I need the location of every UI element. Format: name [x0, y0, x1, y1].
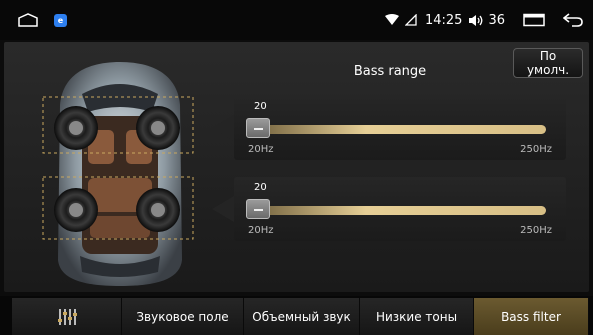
wifi-icon: [384, 14, 399, 25]
slider-value: 20: [254, 182, 267, 193]
speaker-rear-right[interactable]: [136, 188, 180, 232]
clock: 14:25: [424, 12, 463, 28]
volume-level: 36: [488, 12, 505, 28]
slider-thumb[interactable]: [246, 199, 270, 219]
speaker-rear-left[interactable]: [54, 188, 98, 232]
slider-track[interactable]: [246, 125, 546, 134]
back-icon[interactable]: [563, 13, 583, 27]
slider-thumb[interactable]: [246, 118, 270, 138]
slider-min-label: 20Hz: [248, 225, 274, 236]
page-title: Bass range: [353, 64, 427, 79]
volume-icon: [469, 14, 483, 26]
slider-min-label: 20Hz: [248, 144, 274, 155]
home-icon[interactable]: [18, 13, 38, 27]
pointer-arrow: [212, 196, 234, 222]
car-speaker-diagram: [40, 60, 200, 288]
slider-track[interactable]: [246, 206, 546, 215]
speaker-front-left[interactable]: [54, 106, 98, 150]
tab-sound-field[interactable]: Звуковое поле: [122, 298, 244, 335]
bottom-tab-bar: Звуковое поле Объемный звук Низкие тоны …: [0, 296, 593, 335]
signal-icon: [404, 14, 417, 26]
app-icon[interactable]: e: [54, 14, 67, 27]
equalizer-icon: [57, 308, 77, 325]
slider-max-label: 250Hz: [520, 225, 552, 236]
slider-card-front: 20 20Hz 250Hz: [234, 96, 566, 160]
slider-card-rear: 20 20Hz 250Hz: [234, 177, 566, 241]
default-button[interactable]: По умолч.: [513, 48, 583, 78]
window-icon[interactable]: [523, 13, 545, 27]
tab-bass[interactable]: Низкие тоны: [360, 298, 474, 335]
slider-value: 20: [254, 101, 267, 112]
tab-surround-sound[interactable]: Объемный звук: [244, 298, 360, 335]
slider-max-label: 250Hz: [520, 144, 552, 155]
tab-equalizer[interactable]: [12, 298, 122, 335]
speaker-front-right[interactable]: [136, 106, 180, 150]
pointer-arrow: [212, 115, 234, 141]
status-bar: e 14:25 36: [0, 0, 593, 40]
tab-bass-filter[interactable]: Bass filter: [474, 298, 589, 335]
status-indicators: 14:25 36: [384, 9, 583, 31]
